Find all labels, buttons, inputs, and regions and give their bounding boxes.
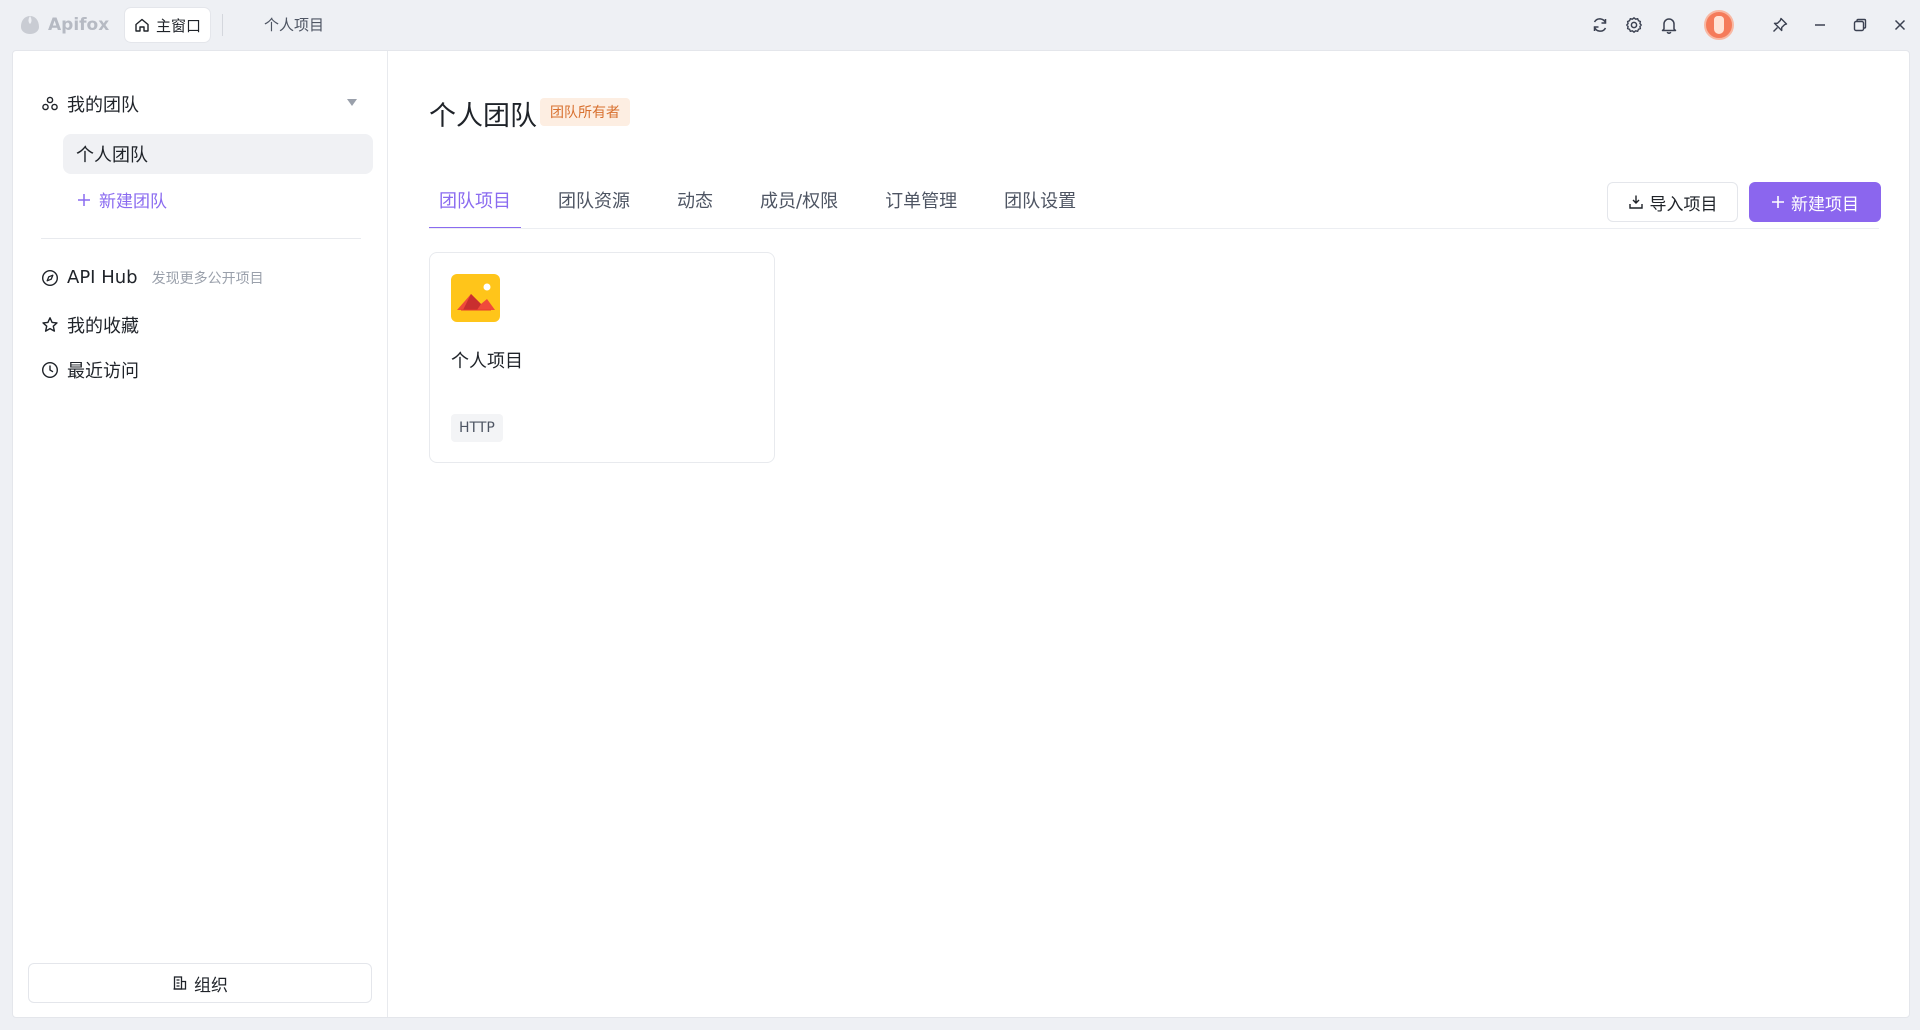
close-icon[interactable] <box>1888 13 1912 37</box>
tab-team-resources[interactable]: 团队资源 <box>548 179 640 229</box>
notification-bell-icon[interactable] <box>1657 13 1681 37</box>
new-project-button[interactable]: 新建项目 <box>1749 182 1881 222</box>
refresh-icon[interactable] <box>1588 13 1612 37</box>
title-bar: Apifox 主窗口 个人项目 <box>0 0 1920 50</box>
sidebar-item-recent[interactable]: 最近访问 <box>41 357 139 383</box>
clock-icon <box>41 361 59 379</box>
main-window: 我的团队 个人团队 新建团队 API Hub 发现更多公开项目 我的收藏 最近访… <box>12 50 1910 1018</box>
tab-activity[interactable]: 动态 <box>667 179 723 229</box>
user-avatar[interactable] <box>1704 10 1734 40</box>
sidebar-item-api-hub[interactable]: API Hub 发现更多公开项目 <box>41 267 264 288</box>
plus-icon <box>1772 196 1784 208</box>
app-logo: Apifox <box>18 13 109 37</box>
sidebar: 我的团队 个人团队 新建团队 API Hub 发现更多公开项目 我的收藏 最近访… <box>13 51 388 1017</box>
organization-label: 组织 <box>194 975 228 996</box>
sidebar-item-label: API Hub <box>67 267 138 288</box>
pin-icon[interactable] <box>1768 13 1792 37</box>
collapse-caret-icon[interactable] <box>347 99 357 106</box>
tab-team-projects[interactable]: 团队项目 <box>429 179 521 229</box>
sidebar-item-favorites[interactable]: 我的收藏 <box>41 312 139 338</box>
sidebar-item-label: 我的收藏 <box>67 316 139 337</box>
project-card[interactable]: 个人项目 HTTP <box>429 252 775 463</box>
compass-icon <box>41 269 59 286</box>
sidebar-item-label: 最近访问 <box>67 361 139 382</box>
tab-home-label: 主窗口 <box>155 16 201 35</box>
owner-role-badge: 团队所有者 <box>540 98 630 126</box>
project-name: 个人项目 <box>451 351 523 372</box>
tab-team-settings[interactable]: 团队设置 <box>994 179 1086 229</box>
tab-home[interactable]: 主窗口 <box>125 8 210 42</box>
apifox-logo-icon <box>21 16 39 34</box>
new-project-label: 新建项目 <box>1791 194 1859 215</box>
restore-window-icon[interactable] <box>1848 13 1872 37</box>
project-image-icon <box>451 274 500 322</box>
tab-orders[interactable]: 订单管理 <box>875 179 967 229</box>
import-project-button[interactable]: 导入项目 <box>1607 182 1738 222</box>
main-content: 个人团队 团队所有者 团队项目 团队资源 动态 成员/权限 订单管理 团队设置 … <box>389 51 1909 1017</box>
sidebar-item-label: 个人团队 <box>76 145 148 166</box>
my-teams-label: 我的团队 <box>67 95 139 116</box>
home-icon <box>135 18 149 32</box>
import-icon <box>1628 195 1643 209</box>
my-teams-header[interactable]: 我的团队 <box>41 91 139 117</box>
avatar-glyph <box>1714 16 1724 34</box>
sidebar-divider <box>41 238 361 239</box>
new-team-button[interactable]: 新建团队 <box>77 187 167 212</box>
page-title: 个人团队 <box>429 101 537 132</box>
plus-icon <box>78 193 90 206</box>
tab-members-permissions[interactable]: 成员/权限 <box>750 179 848 229</box>
tab-project[interactable]: 个人项目 <box>264 14 324 35</box>
minimize-icon[interactable] <box>1808 13 1832 37</box>
api-hub-hint: 发现更多公开项目 <box>151 270 264 287</box>
star-icon <box>42 317 58 332</box>
app-name: Apifox <box>48 15 110 35</box>
project-type-tag: HTTP <box>451 414 503 442</box>
settings-gear-icon[interactable] <box>1622 13 1646 37</box>
organization-button[interactable]: 组织 <box>28 963 372 1003</box>
team-tabs: 团队项目 团队资源 动态 成员/权限 订单管理 团队设置 <box>429 179 1113 229</box>
sidebar-item-personal-team[interactable]: 个人团队 <box>63 134 373 174</box>
teams-icon <box>42 96 58 111</box>
tab-separator <box>222 14 223 36</box>
new-team-label: 新建团队 <box>99 192 167 212</box>
building-icon <box>173 976 187 990</box>
import-project-label: 导入项目 <box>1649 194 1718 215</box>
tabs-divider <box>429 228 1879 229</box>
